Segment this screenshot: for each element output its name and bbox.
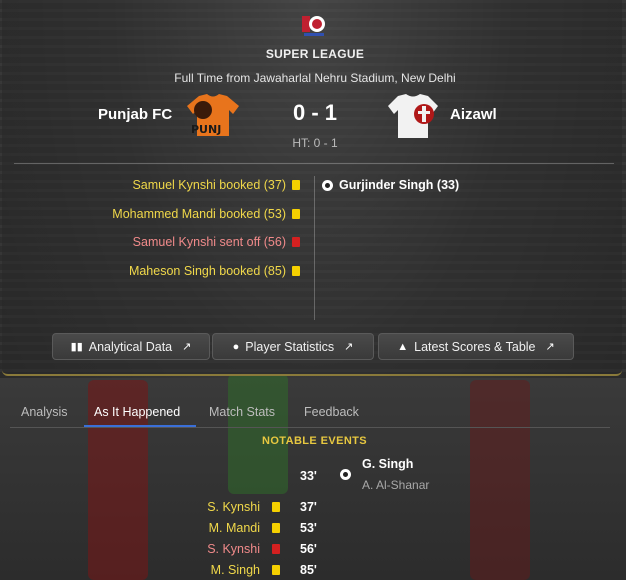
yellow-card-icon xyxy=(292,180,300,190)
card-player-name[interactable]: M. Mandi xyxy=(209,521,260,535)
bar-chart-icon: ▮▮ xyxy=(70,341,83,353)
yellow-card-icon xyxy=(292,266,300,276)
half-time-score: HT: 0 - 1 xyxy=(292,136,338,150)
person-icon: ● xyxy=(232,340,240,353)
league-logo-icon xyxy=(302,16,325,36)
match-summary-panel: SUPER LEAGUE Full Time from Jawaharlal N… xyxy=(2,0,622,376)
card-player-name[interactable]: S. Kynshi xyxy=(207,542,260,556)
player-statistics-label: Player Statistics xyxy=(245,339,335,354)
active-tab-indicator xyxy=(84,425,196,427)
analytical-data-button[interactable]: ▮▮ Analytical Data ↗ xyxy=(52,333,210,360)
football-icon xyxy=(340,469,351,480)
tab-analysis[interactable]: Analysis xyxy=(21,405,68,419)
divider-vertical xyxy=(314,176,315,320)
football-icon xyxy=(322,179,333,191)
competition-title: SUPER LEAGUE xyxy=(265,47,365,61)
notable-events-heading: NOTABLE EVENTS xyxy=(262,435,368,447)
goal-minute: 33' xyxy=(300,469,317,483)
home-event-row: Maheson Singh booked (85) xyxy=(129,264,300,278)
yellow-card-icon xyxy=(272,523,280,533)
trophy-icon: ▲ xyxy=(397,340,409,353)
background-player-green xyxy=(228,374,288,494)
yellow-card-icon xyxy=(292,209,300,219)
home-event-row: Mohammed Mandi booked (53) xyxy=(112,207,300,221)
home-event-text: Maheson Singh booked (85) xyxy=(128,264,286,278)
match-score: 0 - 1 xyxy=(292,100,338,125)
expand-icon: ↗ xyxy=(545,341,555,353)
card-minute: 56' xyxy=(300,542,317,556)
expand-icon: ↗ xyxy=(182,341,192,353)
home-event-text: Samuel Kynshi sent off (56) xyxy=(132,235,286,249)
latest-scores-button[interactable]: ▲ Latest Scores & Table ↗ xyxy=(378,333,574,360)
venue-text: Full Time from Jawaharlal Nehru Stadium,… xyxy=(174,71,456,85)
home-event-text: Mohammed Mandi booked (53) xyxy=(112,207,286,221)
away-kit-icon[interactable] xyxy=(386,92,440,140)
yellow-card-icon xyxy=(272,502,280,512)
home-event-row: Samuel Kynshi booked (37) xyxy=(132,178,300,192)
card-player-name[interactable]: M. Singh xyxy=(211,563,260,577)
away-event-row: Gurjinder Singh (33) xyxy=(322,178,459,192)
card-minute: 85' xyxy=(300,563,317,577)
card-minute: 37' xyxy=(300,500,317,514)
red-card-icon xyxy=(272,544,280,554)
red-card-icon xyxy=(292,237,300,247)
tab-bar: Analysis As It Happened Match Stats Feed… xyxy=(10,400,610,428)
goal-scorer[interactable]: G. Singh xyxy=(362,457,413,471)
tab-as-it-happened[interactable]: As It Happened xyxy=(94,405,180,419)
tab-match-stats[interactable]: Match Stats xyxy=(209,405,275,419)
card-minute: 53' xyxy=(300,521,317,535)
divider-horizontal xyxy=(14,163,614,164)
home-event-text: Samuel Kynshi booked (37) xyxy=(132,178,286,192)
latest-scores-label: Latest Scores & Table xyxy=(414,339,536,354)
tab-feedback[interactable]: Feedback xyxy=(304,405,359,419)
yellow-card-icon xyxy=(272,565,280,575)
card-player-name[interactable]: S. Kynshi xyxy=(207,500,260,514)
expand-icon: ↗ xyxy=(344,341,354,353)
player-statistics-button[interactable]: ● Player Statistics ↗ xyxy=(212,333,374,360)
away-team-name[interactable]: Aizawl xyxy=(450,106,497,123)
analytical-data-label: Analytical Data xyxy=(88,339,173,354)
goal-assist[interactable]: A. Al-Shanar xyxy=(362,478,429,492)
home-event-row: Samuel Kynshi sent off (56) xyxy=(133,235,300,249)
away-event-text: Gurjinder Singh (33) xyxy=(339,178,460,192)
